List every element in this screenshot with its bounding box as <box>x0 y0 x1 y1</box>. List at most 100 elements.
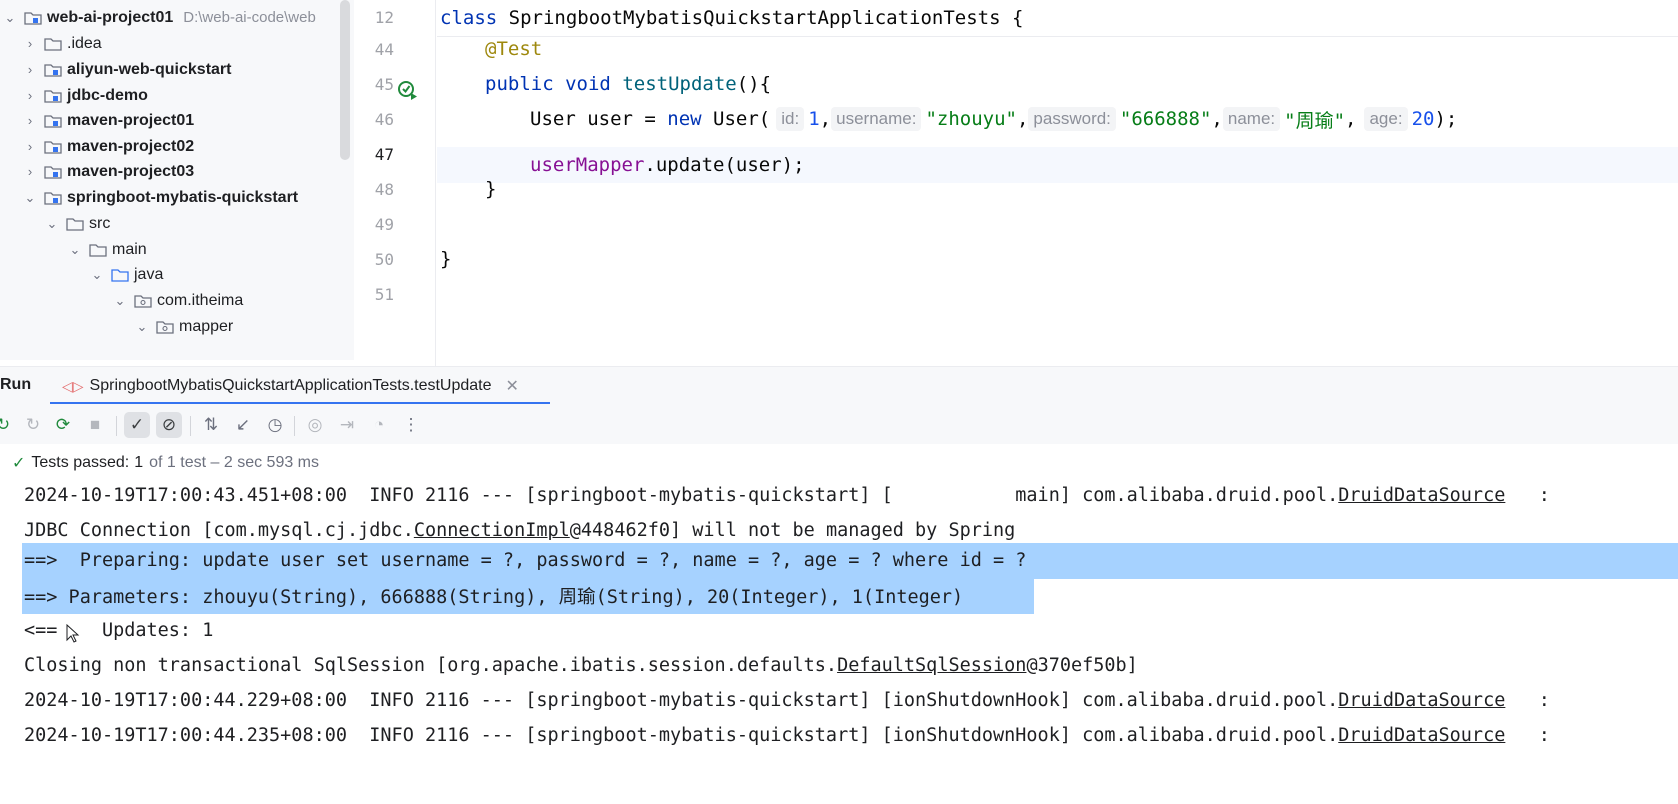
run-test-icon[interactable] <box>397 80 419 102</box>
coverage-icon[interactable]: ◔ <box>366 412 392 438</box>
tree-item-label: mapper <box>179 317 234 335</box>
tree-item-maven02[interactable]: › maven-project02 <box>22 133 194 160</box>
tree-item-label: aliyun-web-quickstart <box>67 60 232 78</box>
chevron-right-icon[interactable]: › <box>22 88 38 103</box>
tree-item-main[interactable]: ⌄ main <box>67 236 147 263</box>
console-line: ==> Preparing: update user set username … <box>24 542 1026 579</box>
check-icon: ✓ <box>12 455 26 472</box>
code-line-constructor[interactable]: User user = new User( id: 1, username: "zh… <box>530 101 1457 137</box>
param-hint: password: <box>1028 107 1116 131</box>
code-line-close-class[interactable]: } <box>440 241 451 277</box>
log-text: @370ef50b] <box>1026 655 1138 676</box>
folder-icon <box>89 243 107 257</box>
camera-icon[interactable]: ◎ <box>302 412 328 438</box>
module-folder-icon <box>44 191 62 205</box>
log-text: : <box>1505 485 1550 506</box>
tree-item-jdbc[interactable]: › jdbc-demo <box>22 82 148 109</box>
param-hint: name: <box>1222 107 1281 131</box>
module-folder-icon <box>44 165 62 179</box>
tree-item-springboot[interactable]: ⌄ springboot-mybatis-quickstart <box>22 184 299 211</box>
line-number: 46 <box>374 110 394 129</box>
source-folder-icon <box>111 268 129 282</box>
sticky-header-divider <box>437 36 1678 37</box>
folder-icon <box>66 217 84 231</box>
history-icon[interactable]: ◷ <box>262 412 288 438</box>
log-text: 2024-10-19T17:00:44.235+08:00 INFO 2116 … <box>24 725 1339 746</box>
code-line-method[interactable]: public void testUpdate(){ <box>485 66 771 102</box>
tree-item-java[interactable]: ⌄ java <box>89 261 164 288</box>
chevron-down-icon[interactable]: ⌄ <box>22 190 38 206</box>
class-link[interactable]: DruidDataSource <box>1338 690 1505 711</box>
chevron-down-icon[interactable]: ⌄ <box>44 216 60 232</box>
code-line-update-call[interactable]: userMapper .update(user); <box>530 147 805 183</box>
chevron-right-icon[interactable]: › <box>22 139 38 154</box>
chevron-right-icon[interactable]: › <box>22 164 38 179</box>
chevron-down-icon[interactable]: ⌄ <box>112 293 128 309</box>
log-text: 2024-10-19T17:00:44.229+08:00 INFO 2116 … <box>24 690 1339 711</box>
close-icon[interactable]: ✕ <box>506 376 519 396</box>
log-text: 2024-10-19T17:00:43.451+08:00 INFO 2116 … <box>24 485 1339 506</box>
package-icon <box>134 294 152 308</box>
console-output[interactable]: 2024-10-19T17:00:43.451+08:00 INFO 2116 … <box>0 478 1678 804</box>
show-ignored-icon[interactable]: ⊘ <box>156 412 182 438</box>
console-line: <== Updates: 1 <box>24 612 213 649</box>
tree-item-com-itheima[interactable]: ⌄ com.itheima <box>112 287 244 314</box>
class-name: SpringbootMybatisQuickstartApplicationTe… <box>508 7 1001 29</box>
class-link[interactable]: DruidDataSource <box>1338 725 1505 746</box>
tree-item-label: java <box>134 265 164 283</box>
number-literal: 1 <box>808 108 820 130</box>
class-link[interactable]: DruidDataSource <box>1338 485 1505 506</box>
line-number: 44 <box>374 40 394 59</box>
import-tests-icon[interactable]: ⇥ <box>334 412 360 438</box>
rerun-icon[interactable]: ↻ <box>0 412 16 438</box>
console-line: ==> Parameters: zhouyu(String), 666888(S… <box>24 577 963 614</box>
chevron-down-icon[interactable]: ⌄ <box>67 242 83 258</box>
constructor-call: User( <box>701 108 771 130</box>
tree-item-label: main <box>112 240 147 258</box>
run-tab[interactable]: ◁▷ SpringbootMybatisQuickstartApplicatio… <box>50 367 550 405</box>
chevron-right-icon[interactable]: › <box>22 113 38 128</box>
comma: , <box>819 108 832 130</box>
tree-item-aliyun[interactable]: › aliyun-web-quickstart <box>22 56 232 83</box>
test-status-row: ✓ Tests passed: 1 of 1 test – 2 sec 593 … <box>0 448 1678 478</box>
code-line-close-method[interactable]: } <box>485 171 496 207</box>
keyword: new <box>667 108 702 130</box>
tree-item-maven01[interactable]: › maven-project01 <box>22 107 194 134</box>
method-signature: (){ <box>736 73 772 95</box>
show-passed-icon[interactable]: ✓ <box>124 412 150 438</box>
collapse-icon[interactable]: ↙ <box>230 412 256 438</box>
more-options-icon[interactable]: ⋮ <box>398 412 424 438</box>
class-link[interactable]: ConnectionImpl <box>414 520 570 541</box>
sort-icon[interactable]: ⇅ <box>198 412 224 438</box>
code-editor[interactable]: 12 44 45 46 47 48 49 50 51 class Springb… <box>354 0 1678 366</box>
tree-item-maven03[interactable]: › maven-project03 <box>22 158 194 185</box>
tree-item-src[interactable]: ⌄ src <box>44 210 111 237</box>
method-name: testUpdate <box>622 73 737 95</box>
sql-preparing: ==> Preparing: update user set username … <box>24 550 1027 571</box>
code-line-annotation[interactable]: @Test <box>485 31 542 67</box>
tree-item-mapper[interactable]: ⌄ mapper <box>134 313 234 340</box>
console-line: 2024-10-19T17:00:44.229+08:00 INFO 2116 … <box>24 682 1550 719</box>
rerun-failed-icon[interactable]: ↻ <box>20 412 46 438</box>
param-hint: id: <box>776 107 805 131</box>
chevron-down-icon[interactable]: ⌄ <box>89 267 105 283</box>
chevron-right-icon[interactable]: › <box>22 62 38 77</box>
folder-icon <box>44 37 62 51</box>
keyword: public <box>485 73 554 95</box>
tree-scrollbar[interactable] <box>340 0 350 160</box>
class-link[interactable]: DefaultSqlSession <box>837 655 1026 676</box>
module-folder-icon <box>44 140 62 154</box>
param-hint: age: <box>1364 107 1408 131</box>
line-number: 47 <box>374 145 394 164</box>
stop-icon[interactable]: ■ <box>82 412 108 438</box>
chevron-down-icon[interactable]: ⌄ <box>134 319 150 335</box>
tree-root[interactable]: ⌄ web-ai-project01 D:\web-ai-code\web <box>2 4 316 31</box>
status-count: 1 <box>134 454 144 471</box>
sql-updates: <== Updates: 1 <box>24 620 214 641</box>
keyword: void <box>565 73 611 95</box>
toggle-auto-test-icon[interactable]: ⟳ <box>50 412 76 438</box>
line-number: 50 <box>374 250 394 269</box>
chevron-down-icon[interactable]: ⌄ <box>2 10 18 26</box>
tree-item-idea[interactable]: › .idea <box>22 30 102 57</box>
chevron-right-icon[interactable]: › <box>22 36 38 51</box>
